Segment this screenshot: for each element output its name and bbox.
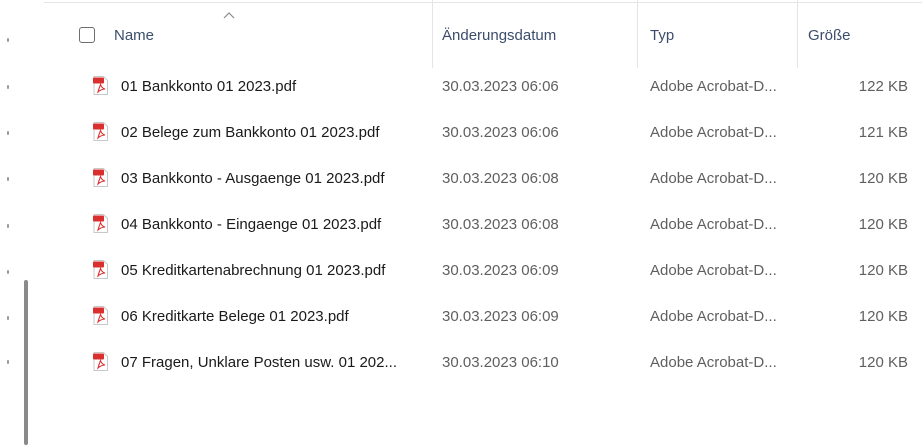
file-size: 122 KB <box>858 78 908 95</box>
file-modified: 30.03.2023 06:10 <box>442 354 559 371</box>
file-type: Adobe Acrobat-D... <box>650 124 777 141</box>
column-divider[interactable] <box>797 0 798 68</box>
file-type: Adobe Acrobat-D... <box>650 78 777 95</box>
nav-tree-marker <box>7 360 9 364</box>
file-type: Adobe Acrobat-D... <box>650 354 777 371</box>
pdf-icon <box>93 352 108 371</box>
file-type: Adobe Acrobat-D... <box>650 170 777 187</box>
file-row[interactable]: 01 Bankkonto 01 2023.pdf 30.03.2023 06:0… <box>40 64 922 108</box>
chevron-up-icon[interactable] <box>222 10 236 20</box>
file-name: 01 Bankkonto 01 2023.pdf <box>121 78 297 95</box>
file-row[interactable]: 06 Kreditkarte Belege 01 2023.pdf 30.03.… <box>40 294 922 338</box>
file-size: 120 KB <box>858 170 908 187</box>
nav-tree-marker <box>7 224 9 228</box>
file-row[interactable]: 02 Belege zum Bankkonto 01 2023.pdf 30.0… <box>40 110 922 154</box>
file-modified: 30.03.2023 06:09 <box>442 262 559 279</box>
file-modified: 30.03.2023 06:06 <box>442 78 559 95</box>
column-header-size[interactable]: Größe <box>808 26 851 46</box>
pdf-icon <box>93 76 108 95</box>
file-size: 120 KB <box>858 216 908 233</box>
file-row[interactable]: 04 Bankkonto - Eingaenge 01 2023.pdf 30.… <box>40 202 922 246</box>
column-divider[interactable] <box>432 0 433 68</box>
file-name: 02 Belege zum Bankkonto 01 2023.pdf <box>121 124 380 141</box>
nav-tree-marker <box>7 316 9 320</box>
file-size: 120 KB <box>858 354 908 371</box>
pdf-icon <box>93 260 108 279</box>
file-name: 05 Kreditkartenabrechnung 01 2023.pdf <box>121 262 386 279</box>
pdf-icon <box>93 168 108 187</box>
file-modified: 30.03.2023 06:08 <box>442 216 559 233</box>
file-modified: 30.03.2023 06:06 <box>442 124 559 141</box>
file-modified: 30.03.2023 06:08 <box>442 170 559 187</box>
file-size: 121 KB <box>858 124 908 141</box>
nav-tree-marker <box>7 85 9 89</box>
file-type: Adobe Acrobat-D... <box>650 308 777 325</box>
pdf-icon <box>93 214 108 233</box>
column-divider[interactable] <box>637 0 638 68</box>
column-header-bar: Name Änderungsdatum Typ Größe <box>0 0 922 70</box>
nav-scrollbar-thumb[interactable] <box>24 280 28 445</box>
pdf-icon <box>93 306 108 325</box>
file-row[interactable]: 07 Fragen, Unklare Posten usw. 01 202...… <box>40 340 922 384</box>
nav-tree-marker <box>7 270 9 274</box>
nav-tree-marker <box>7 131 9 135</box>
column-header-name[interactable]: Name <box>114 26 154 46</box>
file-modified: 30.03.2023 06:09 <box>442 308 559 325</box>
file-size: 120 KB <box>858 262 908 279</box>
file-row[interactable]: 03 Bankkonto - Ausgaenge 01 2023.pdf 30.… <box>40 156 922 200</box>
file-name: 04 Bankkonto - Eingaenge 01 2023.pdf <box>121 216 382 233</box>
file-row[interactable]: 05 Kreditkartenabrechnung 01 2023.pdf 30… <box>40 248 922 292</box>
file-name: 06 Kreditkarte Belege 01 2023.pdf <box>121 308 349 325</box>
select-all-checkbox[interactable] <box>79 27 95 43</box>
pdf-icon <box>93 122 108 141</box>
file-name: 07 Fragen, Unklare Posten usw. 01 202... <box>121 354 397 371</box>
file-type: Adobe Acrobat-D... <box>650 216 777 233</box>
column-header-modified[interactable]: Änderungsdatum <box>442 26 556 46</box>
file-size: 120 KB <box>858 308 908 325</box>
column-header-type[interactable]: Typ <box>650 26 674 46</box>
file-type: Adobe Acrobat-D... <box>650 262 777 279</box>
file-name: 03 Bankkonto - Ausgaenge 01 2023.pdf <box>121 170 385 187</box>
nav-tree-marker <box>7 177 9 181</box>
